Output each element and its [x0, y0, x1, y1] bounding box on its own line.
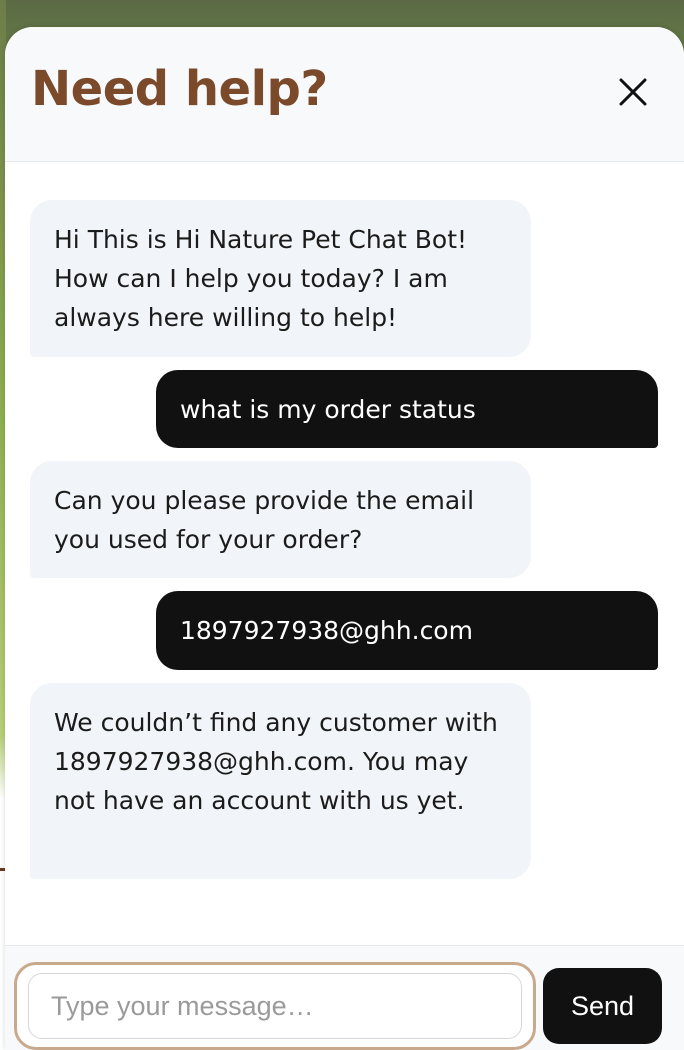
- bot-message: Can you please provide the email you use…: [30, 461, 531, 578]
- bot-message: We couldn’t find any customer with 18979…: [30, 683, 531, 879]
- chat-widget: Need help? Hi This is Hi Nature Pet Chat…: [5, 27, 684, 1050]
- message-input[interactable]: [28, 973, 522, 1039]
- chat-header: Need help?: [5, 27, 684, 162]
- user-message: what is my order status: [156, 370, 658, 448]
- message-list: Hi This is Hi Nature Pet Chat Bot! How c…: [5, 162, 684, 946]
- chat-title: Need help?: [31, 61, 328, 117]
- bot-message: Hi This is Hi Nature Pet Chat Bot! How c…: [30, 200, 531, 357]
- user-message: 1897927938@ghh.com: [156, 591, 658, 670]
- message-input-focus-ring: [14, 962, 536, 1050]
- composer: Send: [5, 945, 684, 1050]
- close-icon: [619, 78, 647, 106]
- close-button[interactable]: [618, 77, 648, 107]
- send-button[interactable]: Send: [543, 968, 662, 1044]
